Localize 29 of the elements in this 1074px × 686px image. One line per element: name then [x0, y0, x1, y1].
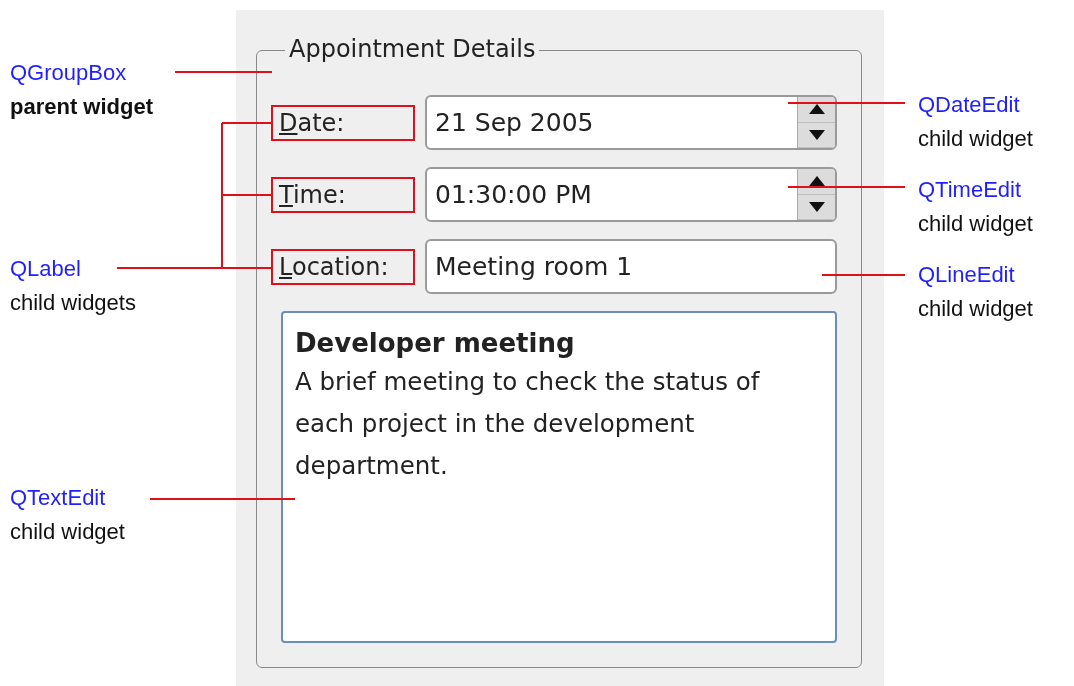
highlighted-label: Time:: [271, 176, 415, 213]
down-arrow-icon: [808, 201, 825, 212]
input-field[interactable]: Meeting room 1: [425, 239, 837, 294]
note-text: A brief meeting to check the status of each project in the development department.: [295, 366, 761, 482]
class-name-label: QTimeEdit: [918, 176, 1023, 204]
widget-role-label: child widget: [918, 210, 1033, 238]
widget-role-label: child widgets: [10, 289, 136, 317]
widget-role-label: child widget: [10, 518, 125, 546]
spin-down-button[interactable]: [798, 194, 835, 220]
up-arrow-icon: [808, 104, 825, 115]
spin-box[interactable]: 01:30:00 PM: [425, 167, 837, 222]
down-arrow-icon: [808, 129, 825, 140]
widget-role-label: child widget: [918, 295, 1033, 323]
spin-box[interactable]: 21 Sep 2005: [425, 95, 837, 150]
spin-down-button[interactable]: [798, 122, 835, 148]
class-name-label: QLabel: [10, 255, 82, 283]
up-arrow-icon: [808, 176, 825, 187]
class-name-label: QGroupBox: [10, 59, 128, 87]
class-name-label: QDateEdit: [918, 91, 1021, 119]
highlighted-label: Date:: [271, 104, 415, 141]
spin-up-button[interactable]: [798, 97, 835, 123]
highlighted-label: Location:: [271, 248, 415, 285]
text-edit[interactable]: Developer meeting A brief meeting to check the status of each project in the development department.: [281, 311, 837, 643]
note-heading: Developer meeting: [295, 327, 576, 360]
spin-up-button[interactable]: [798, 169, 835, 195]
widget-role-label: parent widget: [10, 93, 153, 121]
class-name-label: QTextEdit: [10, 484, 107, 512]
class-name-label: QLineEdit: [918, 261, 1016, 289]
widget-role-label: child widget: [918, 125, 1033, 153]
